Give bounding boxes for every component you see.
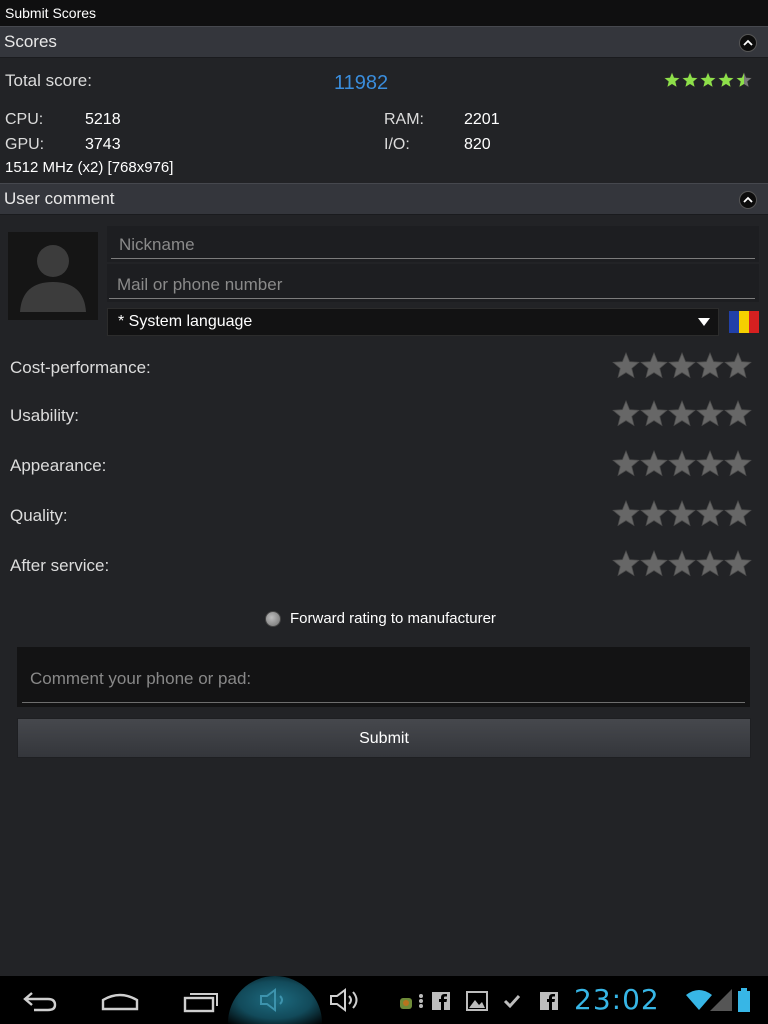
rating-star[interactable] [696,351,724,379]
rating-stars[interactable] [612,549,754,579]
rating-label: After service: [10,556,110,575]
comment-placeholder: Comment your phone or pad: [30,669,252,688]
rating-star[interactable] [612,351,640,379]
battery-icon [738,988,750,1012]
rating-star[interactable] [724,449,752,477]
volume-down-icon[interactable] [258,988,290,1012]
country-flag-icon [729,311,759,333]
collapse-comment-icon[interactable] [739,191,757,209]
recent-apps-icon[interactable] [182,988,220,1014]
cpu-label: CPU: [5,111,44,128]
score-star [681,71,699,89]
contact-placeholder: Mail or phone number [117,275,283,294]
dropdown-caret-icon [698,318,710,326]
rating-star[interactable] [668,499,696,527]
language-selected-value: * System language [118,313,253,330]
language-select[interactable]: * System language [107,308,719,336]
device-info: 1512 MHz (x2) [768x976] [5,159,174,176]
overflow-dots-icon [419,994,423,1008]
home-icon[interactable] [100,988,140,1012]
rating-stars[interactable] [612,351,754,381]
rating-star[interactable] [696,449,724,477]
score-star [699,71,717,89]
rating-star[interactable] [640,399,668,427]
scores-header-label: Scores [4,32,57,51]
window-title: Submit Scores [0,0,768,26]
gpu-label: GPU: [5,136,45,153]
nickname-placeholder: Nickname [119,235,195,254]
total-score-label: Total score: [5,71,92,90]
rating-star[interactable] [724,351,752,379]
forward-rating-label[interactable]: Forward rating to manufacturer [290,610,496,627]
rating-star[interactable] [640,351,668,379]
forward-rating-radio[interactable] [265,611,281,627]
score-star [663,71,681,89]
rating-star[interactable] [668,549,696,577]
gallery-icon [466,991,488,1011]
avatar[interactable] [8,232,98,320]
io-value: 820 [464,136,491,153]
user-comment-header-label: User comment [4,189,115,208]
clock: 23:02 [574,983,660,1016]
rating-stars[interactable] [612,449,754,479]
rating-star[interactable] [696,549,724,577]
check-icon [503,994,521,1009]
rating-label: Cost-performance: [10,358,151,377]
rating-label: Usability: [10,406,79,425]
gpu-value: 3743 [85,136,121,153]
android-debug-icon [400,998,412,1009]
rating-star[interactable] [612,499,640,527]
facebook-icon [540,992,558,1010]
facebook-icon [432,992,450,1010]
rating-stars[interactable] [612,399,754,429]
rating-star[interactable] [724,399,752,427]
total-score-stars [663,71,753,89]
rating-star[interactable] [668,399,696,427]
rating-label: Quality: [10,506,68,525]
rating-star[interactable] [640,499,668,527]
signal-icon [710,989,732,1011]
rating-star[interactable] [612,449,640,477]
ram-value: 2201 [464,111,500,128]
rating-star[interactable] [640,449,668,477]
rating-star[interactable] [724,549,752,577]
rating-stars[interactable] [612,499,754,529]
rating-star[interactable] [612,549,640,577]
nickname-field[interactable]: Nickname [107,226,759,262]
rating-label: Appearance: [10,456,107,475]
io-label: I/O: [384,136,410,153]
rating-star[interactable] [612,399,640,427]
contact-field[interactable]: Mail or phone number [107,264,759,302]
score-star [717,71,735,89]
rating-star[interactable] [696,499,724,527]
scores-section-header[interactable]: Scores [0,26,768,58]
cpu-value: 5218 [85,111,121,128]
rating-star[interactable] [724,499,752,527]
system-navbar: 23:02 [0,976,768,1024]
wifi-icon [686,990,712,1010]
submit-button[interactable]: Submit [17,718,751,758]
back-icon[interactable] [22,990,58,1012]
collapse-scores-icon[interactable] [739,34,757,52]
score-star [735,71,753,89]
user-comment-section-header[interactable]: User comment [0,183,768,215]
avatar-placeholder-icon [20,245,86,312]
rating-star[interactable] [640,549,668,577]
total-score-value: 11982 [334,72,389,94]
rating-star[interactable] [668,449,696,477]
volume-up-icon[interactable] [328,988,362,1012]
rating-star[interactable] [696,399,724,427]
ram-label: RAM: [384,111,424,128]
comment-input[interactable]: Comment your phone or pad: [17,647,750,707]
rating-star[interactable] [668,351,696,379]
